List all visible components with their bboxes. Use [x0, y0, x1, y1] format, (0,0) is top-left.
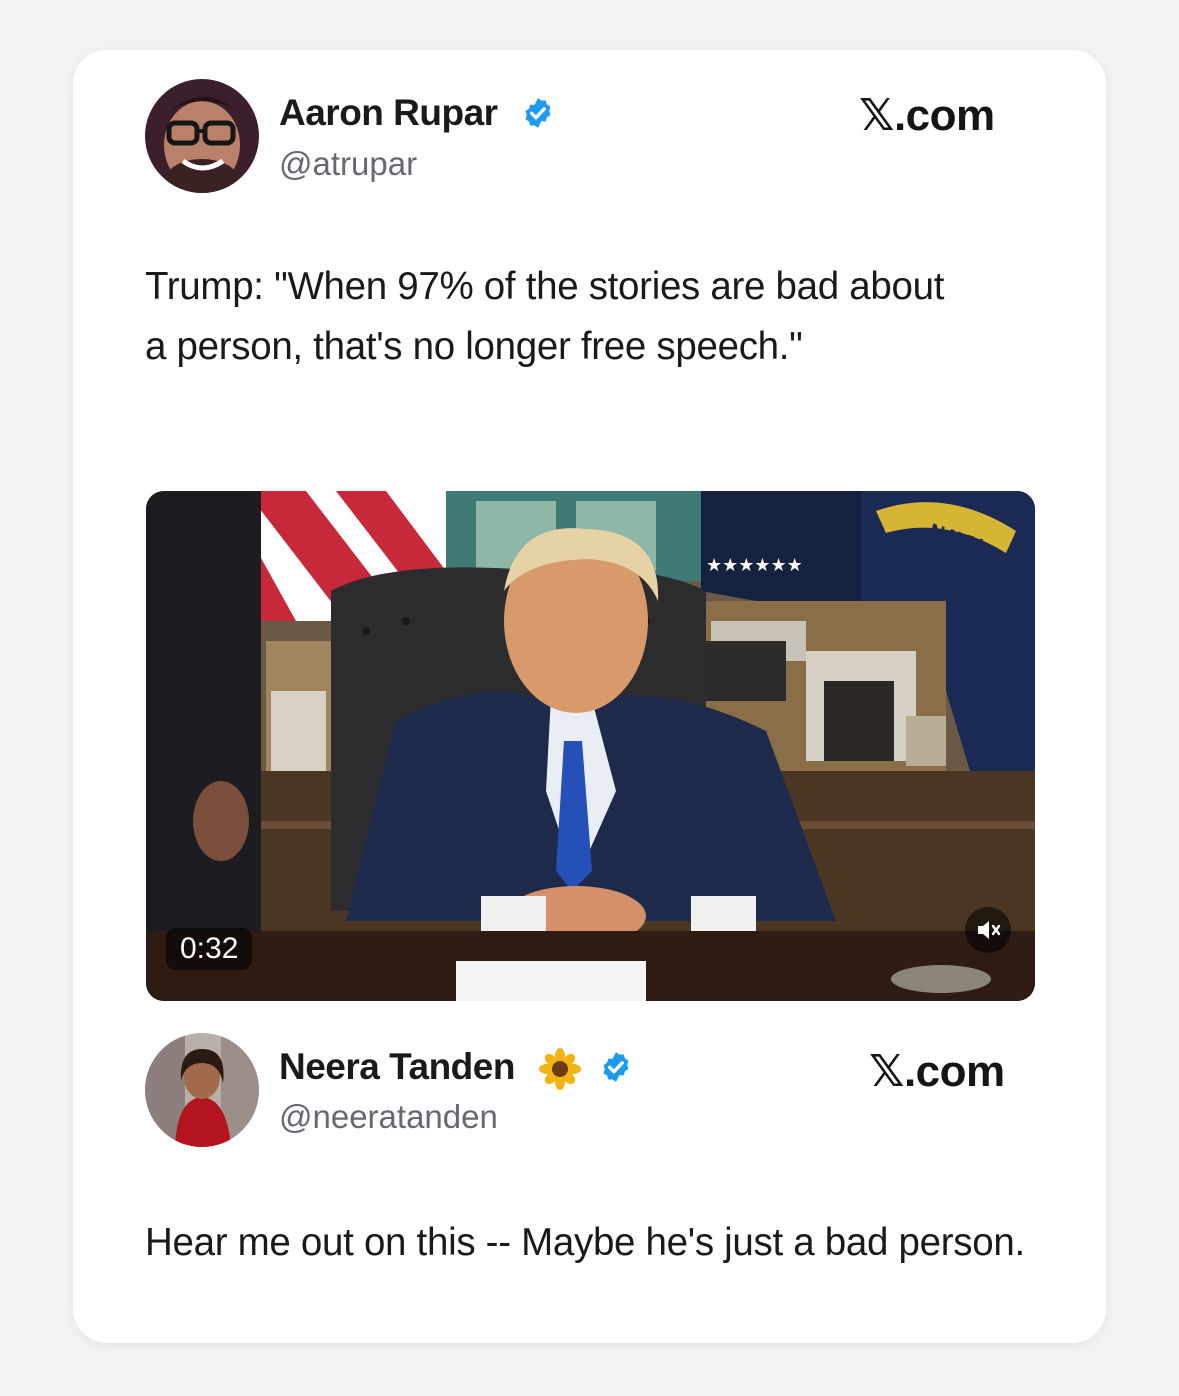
- x-com-source[interactable]: 𝕏.com: [869, 1046, 1005, 1097]
- x-com-source[interactable]: 𝕏.com: [859, 90, 995, 141]
- sunflower-emoji-icon: [539, 1048, 581, 1090]
- avatar-neera-tanden[interactable]: [145, 1033, 259, 1147]
- post-card: Aaron Rupar @atrupar 𝕏.com Trump: "When …: [73, 50, 1106, 1343]
- video-frame-image: NAVY ★★★★★★: [146, 491, 1035, 1001]
- author-name[interactable]: Neera Tanden: [279, 1046, 515, 1088]
- avatar-aaron-rupar[interactable]: [145, 79, 259, 193]
- verified-badge-icon: [603, 1052, 629, 1082]
- author-handle[interactable]: @atrupar: [279, 145, 417, 183]
- speaker-muted-icon[interactable]: [965, 907, 1011, 953]
- tweet-text: Hear me out on this -- Maybe he's just a…: [145, 1221, 1025, 1264]
- verified-badge-icon: [525, 98, 551, 128]
- author-handle[interactable]: @neeratanden: [279, 1098, 498, 1136]
- video-player[interactable]: NAVY ★★★★★★ 0:32: [146, 491, 1035, 1001]
- author-name[interactable]: Aaron Rupar: [279, 92, 498, 134]
- tweet-text: Trump: "When 97% of the stories are bad …: [145, 265, 945, 368]
- svg-text:★★★★★★: ★★★★★★: [706, 555, 803, 576]
- video-duration: 0:32: [166, 928, 253, 970]
